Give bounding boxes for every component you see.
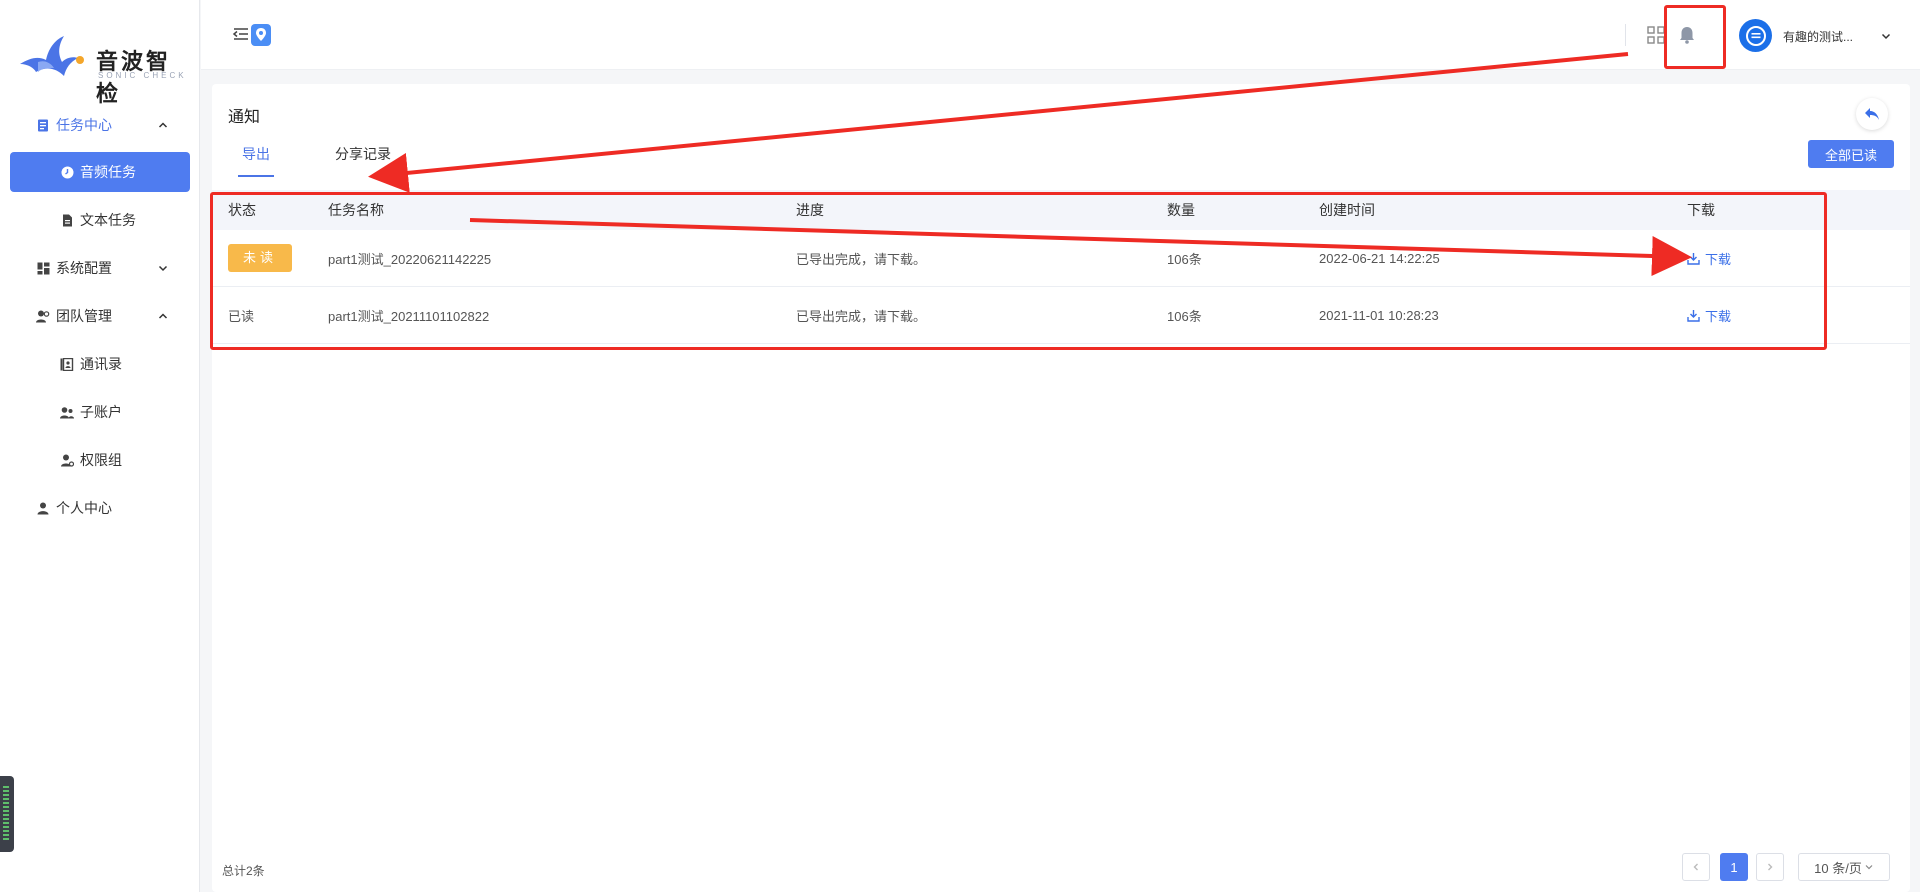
sidebar-item-label: 权限组 [80, 452, 122, 468]
sidebar-item-label: 文本任务 [80, 212, 136, 228]
document-icon [60, 213, 74, 227]
chat-bubble-icon [1745, 25, 1766, 46]
column-header: 任务名称 [328, 202, 384, 218]
side-drawer-handle[interactable] [0, 776, 14, 852]
next-page-button[interactable] [1756, 853, 1784, 881]
chevron-up-icon [158, 313, 168, 319]
chevron-up-icon [158, 122, 168, 128]
chevron-down-icon [158, 265, 168, 272]
tab-share-records[interactable]: 分享记录 [335, 144, 391, 174]
column-header: 数量 [1167, 202, 1195, 218]
tab-export[interactable]: 导出 [238, 144, 274, 177]
sidebar-item-contacts[interactable]: 通讯录 [10, 344, 190, 384]
sidebar-item-personal-center[interactable]: 个人中心 [10, 488, 190, 528]
task-doc-icon [36, 118, 50, 132]
notification-table: 状态 任务名称 进度 数量 创建时间 下载 未读 part1测试_2022062… [212, 190, 1910, 344]
chevron-down-icon[interactable] [1879, 29, 1893, 43]
sidebar-item-system-config[interactable]: 系统配置 [10, 248, 190, 288]
sidebar-item-label: 系统配置 [56, 260, 112, 276]
level-meter-icon [3, 786, 9, 842]
count-cell: 106条 [1167, 308, 1202, 324]
sidebar-item-label: 通讯录 [80, 356, 122, 372]
sidebar-item-label: 音频任务 [80, 164, 136, 180]
column-header: 进度 [796, 202, 824, 218]
page-number-button[interactable]: 1 [1720, 853, 1748, 881]
progress-cell: 已导出完成，请下载。 [796, 251, 927, 267]
chevron-right-icon [1768, 863, 1773, 871]
sidebar-item-label: 子账户 [80, 404, 122, 420]
progress-cell: 已导出完成，请下载。 [796, 308, 927, 324]
column-header: 下载 [1687, 202, 1715, 218]
task-name-cell: part1测试_20211101102822 [328, 308, 490, 324]
sidebar: 音波智检 SONIC CHECK 任务中心 音频任务 文本任务 系统配置 团队管… [0, 0, 200, 892]
created-time-cell: 2021-11-01 10:28:23 [1319, 307, 1439, 323]
brand-subtitle: SONIC CHECK [98, 71, 187, 80]
notification-panel: 通知 导出 分享记录 全部已读 状态 任务名称 进度 数量 创建时间 下载 未读… [212, 84, 1910, 892]
total-count: 总计2条 [222, 864, 265, 878]
sidebar-item-sub-accounts[interactable]: 子账户 [10, 392, 190, 432]
download-label: 下载 [1705, 308, 1732, 324]
dashboard-icon [36, 261, 50, 275]
count-cell: 106条 [1167, 251, 1202, 267]
notification-bell-icon[interactable] [1676, 24, 1698, 46]
avatar[interactable] [1739, 19, 1772, 52]
prev-page-button[interactable] [1682, 853, 1710, 881]
column-header: 创建时间 [1319, 202, 1375, 218]
brand-logo[interactable]: 音波智检 SONIC CHECK [18, 32, 188, 106]
page-size-select[interactable]: 10 条/页 [1798, 853, 1890, 881]
table-row: 未读 part1测试_20220621142225 已导出完成，请下载。 106… [212, 230, 1910, 287]
reply-arrow-icon [1865, 108, 1879, 120]
table-row: 已读 part1测试_20211101102822 已导出完成，请下载。 106… [212, 287, 1910, 344]
sidebar-item-task-center[interactable]: 任务中心 [10, 105, 190, 145]
chevron-left-icon [1693, 863, 1698, 871]
page-size-label: 10 条/页 [1814, 860, 1862, 876]
sidebar-item-permission-group[interactable]: 权限组 [10, 440, 190, 480]
download-link[interactable]: 下载 [1687, 306, 1731, 325]
sidebar-item-label: 团队管理 [56, 308, 112, 324]
sidebar-item-audio-task[interactable]: 音频任务 [10, 152, 190, 192]
download-icon [1687, 252, 1700, 265]
top-header: 有趣的测试... [201, 0, 1920, 70]
page-title: 通知 [228, 109, 261, 126]
download-icon [1687, 309, 1700, 322]
chevron-down-icon [1865, 865, 1873, 870]
sub-account-icon [60, 405, 74, 419]
status-cell: 未读 [228, 244, 292, 272]
sidebar-item-text-task[interactable]: 文本任务 [10, 200, 190, 240]
created-time-cell: 2022-06-21 14:22:25 [1319, 250, 1440, 266]
header-divider [1625, 24, 1626, 46]
task-name-cell: part1测试_20220621142225 [328, 251, 492, 267]
sidebar-item-label: 个人中心 [56, 500, 112, 516]
download-link[interactable]: 下载 [1687, 249, 1731, 268]
app-grid-icon[interactable] [1647, 26, 1665, 44]
bat-logo-icon [20, 36, 84, 76]
menu-collapse-icon[interactable] [231, 24, 251, 44]
team-icon [36, 309, 50, 323]
status-cell: 已读 [228, 308, 255, 324]
table-header: 状态 任务名称 进度 数量 创建时间 下载 [212, 190, 1910, 230]
username-label[interactable]: 有趣的测试... [1783, 28, 1853, 45]
contacts-icon [60, 357, 74, 371]
sidebar-item-label: 任务中心 [56, 117, 112, 133]
status-badge: 未读 [228, 244, 292, 272]
permission-icon [60, 453, 74, 467]
sidebar-item-team-management[interactable]: 团队管理 [10, 296, 190, 336]
column-header: 状态 [228, 202, 256, 218]
location-pin-icon[interactable] [251, 24, 271, 46]
user-icon [36, 501, 50, 515]
back-button[interactable] [1856, 98, 1888, 130]
download-label: 下载 [1705, 251, 1732, 267]
mark-all-read-button[interactable]: 全部已读 [1808, 140, 1894, 168]
clock-icon [60, 165, 74, 179]
